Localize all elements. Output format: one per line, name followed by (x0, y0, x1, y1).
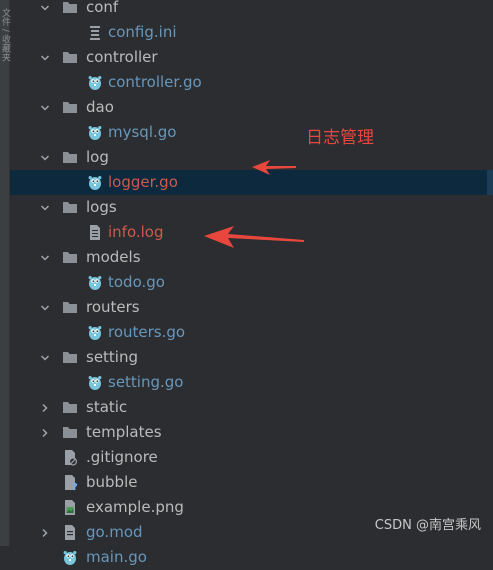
tree-item-label: static (86, 398, 128, 416)
tree-item-label: .gitignore (86, 448, 158, 466)
folder-icon (62, 399, 78, 416)
tree-item-label: setting.go (108, 373, 184, 391)
tree-file-row[interactable]: mysql.go (10, 120, 493, 145)
chevron-down-icon[interactable] (38, 195, 52, 220)
chevron-down-icon[interactable] (38, 0, 52, 20)
annotation-arrow-upper (252, 160, 296, 175)
tree-item-label: logs (86, 198, 117, 216)
tree-item-label: routers (86, 298, 140, 316)
tree-item-label: models (86, 248, 141, 266)
tree-item-label: routers.go (108, 323, 186, 341)
tree-file-row[interactable]: .gitignore (10, 445, 493, 470)
tree-folder-row[interactable]: templates (10, 420, 493, 445)
tree-folder-row[interactable]: dao (10, 95, 493, 120)
chevron-down-icon[interactable] (38, 45, 52, 70)
tree-file-row[interactable]: routers.go (10, 320, 493, 345)
folder-icon (62, 249, 78, 266)
chevron-down-icon[interactable] (38, 345, 52, 370)
gitignore-file-icon (62, 449, 78, 466)
tree-file-row[interactable]: setting.go (10, 370, 493, 395)
tree-item-label: controller.go (108, 73, 202, 91)
annotation-arrow-lower (204, 226, 304, 248)
side-tool-label[interactable]: 文件 / 收藏夹 (0, 8, 10, 62)
chevron-down-icon[interactable] (38, 145, 52, 170)
go-gopher-icon (62, 549, 78, 566)
tree-folder-row[interactable]: setting (10, 345, 493, 370)
annotation-label: 日志管理 (306, 128, 374, 148)
go-gopher-icon (87, 274, 103, 291)
folder-icon (62, 199, 78, 216)
tree-folder-row[interactable]: controller (10, 45, 493, 70)
folder-icon (62, 0, 78, 16)
folder-icon (62, 149, 78, 166)
tree-item-label: go.mod (86, 523, 143, 541)
tree-file-row[interactable]: todo.go (10, 270, 493, 295)
tree-item-label: example.png (86, 498, 184, 516)
tree-folder-row[interactable]: routers (10, 295, 493, 320)
chevron-right-icon[interactable] (38, 395, 52, 420)
log-file-icon (87, 224, 103, 241)
tree-file-row[interactable]: ? bubble (10, 470, 493, 495)
tree-file-row[interactable]: config.ini (10, 20, 493, 45)
chevron-right-icon[interactable] (38, 520, 52, 545)
ini-file-icon (87, 24, 103, 41)
tree-item-label: main.go (86, 548, 147, 566)
chevron-down-icon[interactable] (38, 245, 52, 270)
tree-item-label: config.ini (108, 23, 177, 41)
chevron-down-icon[interactable] (38, 295, 52, 320)
side-tool-strip[interactable]: 文件 / 收藏夹 (0, 0, 10, 546)
tree-item-label: dao (86, 98, 114, 116)
go-gopher-icon (87, 174, 103, 191)
tree-item-label: setting (86, 348, 139, 366)
tree-item-label: info.log (108, 223, 164, 241)
folder-icon (62, 424, 78, 441)
folder-icon (62, 99, 78, 116)
tree-item-label: logger.go (108, 173, 178, 191)
chevron-down-icon[interactable] (38, 95, 52, 120)
tree-item-label: templates (86, 423, 162, 441)
tree-item-label: controller (86, 48, 158, 66)
tree-item-label: conf (86, 0, 119, 16)
go-gopher-icon (87, 324, 103, 341)
go-mod-file-icon (62, 524, 78, 541)
go-gopher-icon (87, 124, 103, 141)
folder-icon (62, 49, 78, 66)
image-file-icon (62, 499, 78, 516)
svg-text:?: ? (72, 482, 78, 491)
tree-file-row[interactable]: example.png (10, 495, 493, 520)
tree-item-label: todo.go (108, 273, 165, 291)
tree-file-row[interactable]: controller.go (10, 70, 493, 95)
tree-folder-row[interactable]: logs (10, 195, 493, 220)
folder-icon (62, 349, 78, 366)
folder-icon (62, 299, 78, 316)
tree-item-label: mysql.go (108, 123, 177, 141)
chevron-right-icon[interactable] (38, 420, 52, 445)
tree-item-label: bubble (86, 473, 138, 491)
project-tree: conf config.ini controller controller.go dao… (10, 0, 493, 570)
watermark: CSDN @南宫乘风 (374, 518, 481, 533)
go-gopher-icon (87, 74, 103, 91)
tree-folder-row[interactable]: static (10, 395, 493, 420)
tree-item-label: log (86, 148, 109, 166)
go-gopher-icon (87, 374, 103, 391)
tree-folder-row[interactable]: conf (10, 0, 493, 20)
tree-file-row[interactable]: main.go (10, 545, 493, 570)
unknown-file-icon: ? (62, 474, 78, 491)
